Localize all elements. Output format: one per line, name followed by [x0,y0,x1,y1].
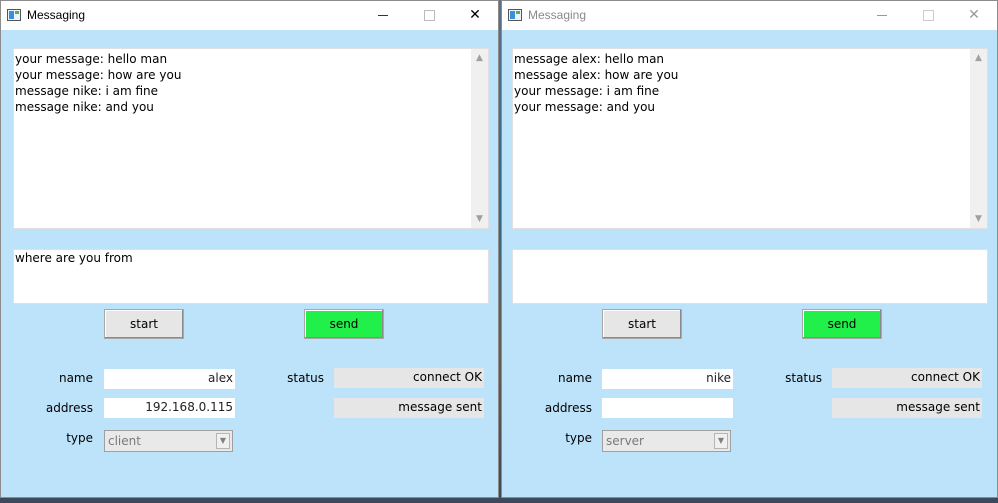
type-label: type [66,431,93,445]
message-input[interactable]: where are you from [13,249,489,304]
status-connection: connect OK [832,368,982,388]
send-button[interactable]: send [802,309,882,339]
type-select[interactable]: server ▼ [602,430,731,452]
title-bar[interactable]: Messaging ✕ [502,1,997,30]
type-select[interactable]: client ▼ [104,430,233,452]
chat-history[interactable]: your message: hello man your message: ho… [13,48,489,229]
status-connection: connect OK [334,368,484,388]
minimize-icon[interactable] [360,1,406,30]
chat-line: message alex: hello man [514,52,665,66]
window-title: Messaging [27,8,86,22]
chat-line: message alex: how are you [514,68,679,82]
chat-scrollbar[interactable]: ▲ ▼ [970,49,987,228]
chat-lines: your message: hello man your message: ho… [15,51,181,115]
chevron-up-icon[interactable]: ▲ [970,51,987,65]
chat-scrollbar[interactable]: ▲ ▼ [471,49,488,228]
status-message: message sent [334,398,484,418]
minimize-icon[interactable] [859,1,905,30]
app-icon [508,9,522,21]
chat-line: your message: hello man [15,52,168,66]
address-field[interactable]: 192.168.0.115 [104,398,235,418]
window-title: Messaging [528,8,587,22]
address-label: address [544,401,592,415]
maximize-icon[interactable] [406,1,452,30]
status-label: status [785,371,822,385]
chat-line: your message: how are you [15,68,182,82]
messaging-window-client: Messaging ✕ your message: hello man your… [0,0,499,498]
title-bar[interactable]: Messaging ✕ [1,1,498,30]
chat-line: message nike: and you [15,100,154,114]
name-label: name [557,371,592,385]
chat-line: your message: and you [514,100,656,114]
name-label: name [58,371,93,385]
chat-line: message nike: i am fine [15,84,158,98]
message-input[interactable] [512,249,988,304]
chat-line: your message: i am fine [514,84,660,98]
maximize-icon[interactable] [905,1,951,30]
type-select-value: server [606,434,644,448]
chevron-down-icon[interactable]: ▼ [471,212,488,226]
chat-history[interactable]: message alex: hello man message alex: ho… [512,48,988,229]
close-icon[interactable]: ✕ [452,1,498,30]
start-button[interactable]: start [602,309,682,339]
address-label: address [45,401,93,415]
name-field[interactable]: nike [602,369,733,389]
close-icon[interactable]: ✕ [951,1,997,30]
type-label: type [565,431,592,445]
type-select-value: client [108,434,141,448]
chevron-down-icon[interactable]: ▼ [970,212,987,226]
chevron-down-icon[interactable]: ▼ [216,433,230,449]
chevron-up-icon[interactable]: ▲ [471,51,488,65]
send-button[interactable]: send [304,309,384,339]
messaging-window-server: Messaging ✕ message alex: hello man mess… [501,0,998,498]
app-icon [7,9,21,21]
status-message: message sent [832,398,982,418]
chevron-down-icon[interactable]: ▼ [714,433,728,449]
chat-lines: message alex: hello man message alex: ho… [514,51,678,115]
name-field[interactable]: alex [104,369,235,389]
address-field[interactable] [602,398,733,418]
start-button[interactable]: start [104,309,184,339]
status-label: status [287,371,324,385]
